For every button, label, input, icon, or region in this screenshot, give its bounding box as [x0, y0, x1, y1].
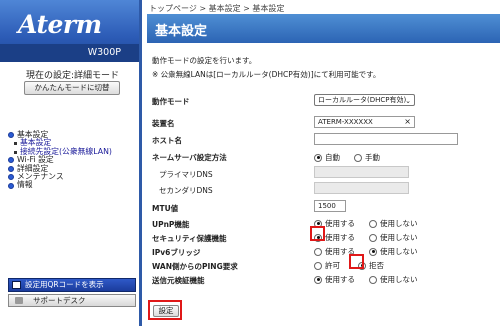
breadcrumb: トップページ > 基本設定 > 基本設定 [149, 4, 285, 13]
highlight-wan-ping-radio [349, 254, 364, 269]
support-desk-button[interactable]: サポートデスク [8, 294, 136, 307]
model-name: W300P [87, 47, 121, 58]
qr-button-label: 設定用QRコードを表示 [25, 280, 104, 289]
ipv6-label: IPv6ブリッジ [152, 248, 201, 257]
nav-bullet-icon [8, 132, 14, 139]
support-button-label: サポートデスク [33, 296, 86, 305]
device-name-value: ATERM-XXXXXX [318, 118, 373, 126]
operation-mode-label: 動作モード [152, 97, 190, 106]
mtu-value: 1500 [318, 202, 336, 210]
highlight-security-radio [310, 226, 325, 241]
mtu-label: MTU値 [152, 204, 179, 213]
support-icon [15, 297, 23, 304]
page-title: 基本設定 [155, 24, 208, 39]
ipv6-disable-radio[interactable] [369, 247, 377, 256]
nav-sub-icon [14, 142, 17, 146]
nameserver-manual-radio[interactable] [354, 153, 362, 162]
radio-label: 拒否 [369, 261, 384, 270]
radio-label: 使用しない [380, 247, 418, 256]
current-mode-label: 現在の設定:詳細モード [25, 71, 120, 81]
security-disable-radio[interactable] [369, 233, 377, 242]
upnp-label: UPnP機能 [152, 220, 190, 229]
aterm-logo: Aterm [18, 10, 102, 39]
wan-ping-label: WAN側からのPING要求 [152, 262, 238, 271]
radio-label: 使用しない [380, 219, 418, 228]
chevron-down-icon: ⌄ [405, 97, 411, 105]
radio-label: 自動 [325, 153, 340, 162]
sidebar: Aterm W300P 現在の設定:詳細モード かんたんモードに切替 基本設定 … [0, 0, 141, 326]
radio-label: 使用しない [380, 233, 418, 242]
upnp-disable-radio[interactable] [369, 219, 377, 228]
operation-mode-value: ローカルルータ(DHCP有効) [318, 96, 407, 104]
nameserver-radio-group: 自動 手動 [314, 152, 394, 163]
radio-label: 使用する [325, 275, 355, 284]
source-verify-label: 送信元検証機能 [152, 276, 205, 285]
source-verify-enable-radio[interactable] [314, 275, 322, 284]
secondary-dns-label: セカンダリDNS [159, 186, 213, 195]
radio-label: 使用する [325, 233, 355, 242]
host-name-input[interactable] [314, 133, 458, 145]
radio-label: 使用する [325, 219, 355, 228]
ipv6-radio-group: 使用する 使用しない [314, 246, 432, 257]
operation-mode-select[interactable]: ローカルルータ(DHCP有効) ⌄ [314, 94, 415, 106]
sidebar-divider [139, 0, 142, 326]
primary-dns-label: プライマリDNS [159, 170, 213, 179]
nav-bullet-icon [8, 165, 14, 172]
nameserver-auto-radio[interactable] [314, 153, 322, 162]
nav-bullet-icon [8, 182, 14, 189]
nameserver-label: ネームサーバ設定方法 [152, 153, 227, 162]
radio-label: 許可 [325, 261, 340, 270]
page-note: ※ 公衆無線LANは[ローカルルータ(DHCP有効)]にて利用可能です。 [152, 70, 381, 79]
source-verify-radio-group: 使用する 使用しない [314, 274, 432, 285]
nav-label: 情報 [17, 180, 33, 190]
nav-item-info[interactable]: 情報 [8, 181, 112, 189]
security-radio-group: 使用する 使用しない [314, 232, 432, 243]
upnp-radio-group: 使用する 使用しない [314, 218, 432, 229]
wan-ping-allow-radio[interactable] [314, 261, 322, 270]
primary-dns-input[interactable] [314, 166, 409, 178]
nav-bullet-icon [8, 174, 14, 181]
show-qr-button[interactable]: 設定用QRコードを表示 [8, 278, 136, 292]
security-label: セキュリティ保護機能 [152, 234, 227, 243]
secondary-dns-input[interactable] [314, 182, 409, 194]
side-nav: 基本設定 基本設定 接続先設定(公衆無線LAN) Wi-Fi 設定 詳細設定 メ… [8, 130, 112, 190]
radio-label: 手動 [365, 153, 380, 162]
source-verify-disable-radio[interactable] [369, 275, 377, 284]
switch-mode-button[interactable]: かんたんモードに切替 [24, 81, 120, 95]
page-description: 動作モードの設定を行います。 [152, 56, 257, 65]
qr-code-icon [12, 281, 21, 289]
mtu-input[interactable]: 1500 [314, 200, 346, 212]
clear-icon[interactable]: × [404, 117, 411, 127]
submit-button[interactable]: 設定 [153, 305, 179, 317]
radio-label: 使用しない [380, 275, 418, 284]
device-name-input[interactable]: ATERM-XXXXXX × [314, 116, 415, 128]
host-name-label: ホスト名 [152, 136, 182, 145]
nav-bullet-icon [8, 157, 14, 164]
nav-sub-icon [14, 150, 17, 154]
device-name-label: 装置名 [152, 119, 175, 128]
ipv6-enable-radio[interactable] [314, 247, 322, 256]
